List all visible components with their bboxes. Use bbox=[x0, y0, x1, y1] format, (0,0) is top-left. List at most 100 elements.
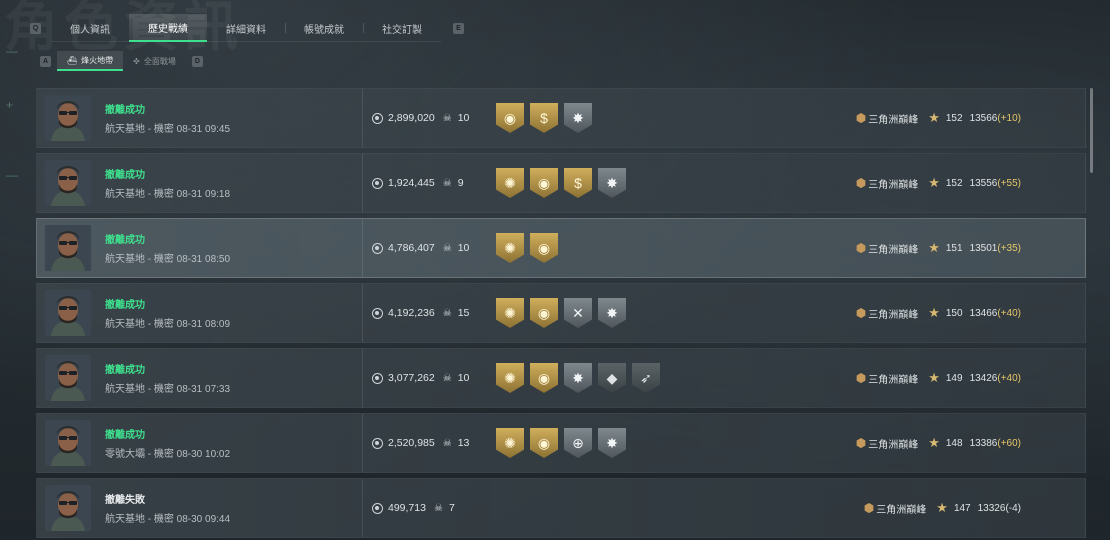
crosshair-emblem-icon[interactable]: ⊕ bbox=[564, 428, 592, 458]
dollar-emblem-icon[interactable]: $ bbox=[564, 168, 592, 198]
rank-info: ⬢ 三角洲巔峰 ★ 152 13566 (+10) bbox=[856, 110, 1021, 126]
mode-tab-1[interactable]: ⛴ 烽火地帶 bbox=[57, 51, 124, 71]
match-record-row[interactable]: 撤離成功 航天基地 - 機密 08-31 08:09 4,192,236 ☠ 1… bbox=[36, 283, 1086, 343]
match-record-row[interactable]: 撤離成功 航天基地 - 機密 08-31 08:50 4,786,407 ☠ 1… bbox=[36, 218, 1086, 278]
match-record-row[interactable]: 撤離失敗 航天基地 - 機密 08-30 09:44 499,713 ☠ 7 ⬢… bbox=[36, 478, 1086, 538]
column-divider bbox=[362, 219, 363, 277]
tab-1[interactable]: 個人資訊 bbox=[51, 14, 129, 42]
match-history-list: 撤離成功 航天基地 - 機密 08-31 09:45 2,899,020 ☠ 1… bbox=[36, 88, 1086, 540]
coin-icon bbox=[372, 112, 383, 124]
star-burst-icon[interactable]: ✸ bbox=[564, 363, 592, 393]
rank-level: 150 bbox=[945, 307, 963, 319]
key-hint-prev-mode[interactable]: A bbox=[40, 55, 51, 67]
crosshair-icon: ✜ bbox=[133, 56, 140, 66]
sunburst-icon[interactable]: ✺ bbox=[496, 298, 524, 328]
mode-tab-2[interactable]: ✜ 全面戰場 bbox=[123, 51, 186, 71]
mode-tab-label: 全面戰場 bbox=[143, 56, 176, 66]
sunburst-icon[interactable]: ✺ bbox=[496, 168, 524, 198]
tab-4[interactable]: 帳號成就 bbox=[285, 14, 363, 42]
rank-name: 三角洲巔峰 bbox=[868, 439, 919, 451]
medal-list: ◉ $ ✸ bbox=[496, 103, 592, 133]
key-hint-next-mode[interactable]: D bbox=[191, 55, 203, 67]
operator-avatar bbox=[45, 420, 91, 466]
match-record-row[interactable]: 撤離成功 航天基地 - 機密 08-31 07:33 3,077,262 ☠ 1… bbox=[36, 348, 1086, 408]
rank-level: 148 bbox=[945, 437, 963, 449]
column-divider bbox=[362, 89, 363, 147]
skull-icon: ☠ bbox=[442, 307, 452, 319]
rank-name: 三角洲巔峰 bbox=[868, 374, 919, 386]
kill-count: 10 bbox=[457, 372, 470, 384]
rank-name: 三角洲巔峰 bbox=[876, 504, 927, 516]
star-icon: ★ bbox=[928, 305, 940, 320]
sunburst-icon[interactable]: ✺ bbox=[496, 428, 524, 458]
score-delta: (+35) bbox=[997, 242, 1021, 254]
shield-emblem-icon[interactable]: ◉ bbox=[530, 298, 558, 328]
star-burst-icon[interactable]: ✸ bbox=[598, 168, 626, 198]
loot-value: 2,520,985 bbox=[388, 437, 435, 449]
operator-avatar bbox=[45, 225, 91, 271]
rank-level: 151 bbox=[945, 242, 963, 254]
kill-count: 9 bbox=[457, 177, 464, 189]
column-divider bbox=[362, 479, 363, 537]
operator-avatar bbox=[45, 290, 91, 336]
rank-emblem-icon: ⬢ bbox=[855, 371, 867, 385]
medal-list: ✺ ◉ bbox=[496, 233, 558, 263]
record-info: 撤離成功 航天基地 - 機密 08-31 08:50 bbox=[105, 231, 355, 265]
loot-stats: 2,899,020 ☠ 10 bbox=[372, 112, 469, 124]
map-and-time: 航天基地 - 機密 08-31 07:33 bbox=[105, 384, 231, 395]
sunburst-icon[interactable]: ✺ bbox=[496, 233, 524, 263]
shield-emblem-icon[interactable]: ◉ bbox=[496, 103, 524, 133]
extraction-status: 撤離成功 bbox=[105, 430, 145, 441]
match-record-row[interactable]: 撤離成功 零號大壩 - 機密 08-30 10:02 2,520,985 ☠ 1… bbox=[36, 413, 1086, 473]
key-hint-prev-tab[interactable]: Q bbox=[30, 22, 41, 34]
extraction-status: 撤離成功 bbox=[105, 170, 145, 181]
shield-emblem-icon[interactable]: ◉ bbox=[530, 428, 558, 458]
star-burst-icon[interactable]: ✸ bbox=[564, 103, 592, 133]
shield-emblem-icon[interactable]: ◉ bbox=[530, 168, 558, 198]
scrollbar[interactable] bbox=[1090, 88, 1093, 173]
shield-emblem-icon[interactable]: ◉ bbox=[530, 363, 558, 393]
gun-icon[interactable]: ➶ bbox=[632, 363, 660, 393]
tab-5[interactable]: 社交訂製 bbox=[363, 14, 441, 42]
match-record-row[interactable]: 撤離成功 航天基地 - 機密 08-31 09:45 2,899,020 ☠ 1… bbox=[36, 88, 1086, 148]
tab-3[interactable]: 詳細資料 bbox=[207, 14, 285, 42]
skull-icon: ☠ bbox=[442, 372, 452, 384]
loot-stats: 499,713 ☠ 7 bbox=[372, 502, 455, 514]
loot-value: 4,192,236 bbox=[388, 307, 435, 319]
rank-name: 三角洲巔峰 bbox=[868, 179, 919, 191]
star-burst-icon[interactable]: ✸ bbox=[598, 298, 626, 328]
rank-score: 13426 bbox=[969, 372, 998, 384]
kill-count: 10 bbox=[457, 242, 470, 254]
map-and-time: 零號大壩 - 機密 08-30 10:02 bbox=[105, 449, 231, 460]
rank-emblem-icon: ⬢ bbox=[863, 501, 875, 515]
rank-emblem-icon: ⬢ bbox=[855, 306, 867, 320]
extraction-status: 撤離成功 bbox=[105, 235, 145, 246]
loot-stats: 2,520,985 ☠ 13 bbox=[372, 437, 469, 449]
side-marker: — bbox=[6, 44, 18, 58]
crossed-tools-icon[interactable]: ✕ bbox=[564, 298, 592, 328]
operator-avatar bbox=[45, 160, 91, 206]
match-record-row[interactable]: 撤離成功 航天基地 - 機密 08-31 09:18 1,924,445 ☠ 9… bbox=[36, 153, 1086, 213]
dollar-emblem-icon[interactable]: $ bbox=[530, 103, 558, 133]
extraction-status: 撤離失敗 bbox=[105, 495, 145, 506]
sunburst-icon[interactable]: ✺ bbox=[496, 363, 524, 393]
side-marker: + bbox=[6, 98, 14, 112]
mode-tab-bar: A ⛴ 烽火地帶 ✜ 全面戰場 D bbox=[34, 50, 209, 72]
record-info: 撤離失敗 航天基地 - 機密 08-30 09:44 bbox=[105, 491, 355, 525]
map-and-time: 航天基地 - 機密 08-31 09:45 bbox=[105, 124, 231, 135]
kill-count: 13 bbox=[457, 437, 470, 449]
rank-name: 三角洲巔峰 bbox=[868, 114, 919, 126]
diamond-icon[interactable]: ◆ bbox=[598, 363, 626, 393]
shield-emblem-icon[interactable]: ◉ bbox=[530, 233, 558, 263]
star-icon: ★ bbox=[928, 370, 940, 385]
star-burst-icon[interactable]: ✸ bbox=[598, 428, 626, 458]
rank-level: 147 bbox=[953, 502, 971, 514]
map-and-time: 航天基地 - 機密 08-31 08:09 bbox=[105, 319, 231, 330]
loot-stats: 1,924,445 ☠ 9 bbox=[372, 177, 464, 189]
coin-icon bbox=[372, 372, 383, 384]
score-delta: (+40) bbox=[997, 307, 1021, 319]
rank-score: 13556 bbox=[969, 177, 998, 189]
tab-2[interactable]: 歷史戰績 bbox=[129, 14, 207, 42]
loot-value: 1,924,445 bbox=[388, 177, 435, 189]
key-hint-next-tab[interactable]: E bbox=[453, 22, 464, 34]
